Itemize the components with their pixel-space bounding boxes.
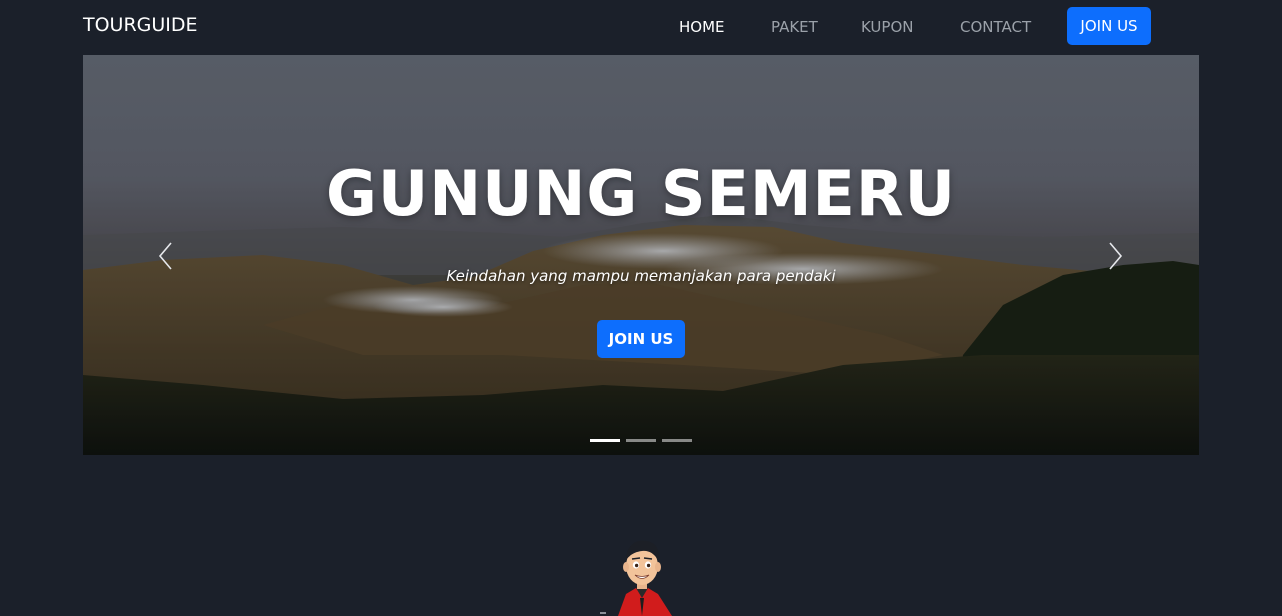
- hero-title: GUNUNG SEMERU: [326, 157, 956, 230]
- navbar: TOURGUIDE HOME PAKET KUPON CONTACT JOIN …: [0, 0, 1282, 55]
- join-us-hero-button[interactable]: JOIN US: [597, 320, 685, 358]
- hero-carousel: GUNUNG SEMERU Keindahan yang mampu meman…: [83, 55, 1199, 455]
- cartoon-avatar-image: [600, 540, 672, 616]
- nav-link-kupon[interactable]: KUPON: [861, 18, 914, 36]
- nav-link-contact[interactable]: CONTACT: [960, 18, 1031, 36]
- chevron-left-icon: [158, 242, 172, 270]
- nav-link-paket[interactable]: PAKET: [771, 18, 818, 36]
- hero-subtitle: Keindahan yang mampu memanjakan para pen…: [446, 267, 836, 285]
- carousel-indicator-1[interactable]: [590, 439, 620, 442]
- chevron-right-icon: [1109, 242, 1123, 270]
- carousel-indicators: [590, 439, 700, 443]
- hero-background-image: [83, 55, 1199, 455]
- carousel-next-button[interactable]: [1102, 240, 1126, 272]
- page: TOURGUIDE HOME PAKET KUPON CONTACT JOIN …: [0, 0, 1282, 616]
- carousel-prev-button[interactable]: [155, 240, 179, 272]
- nav-link-home[interactable]: HOME: [679, 18, 725, 36]
- carousel-indicator-2[interactable]: [626, 439, 656, 442]
- join-us-nav-button[interactable]: JOIN US: [1067, 7, 1151, 45]
- carousel-indicator-3[interactable]: [662, 439, 692, 442]
- brand-logo[interactable]: TOURGUIDE: [83, 14, 198, 36]
